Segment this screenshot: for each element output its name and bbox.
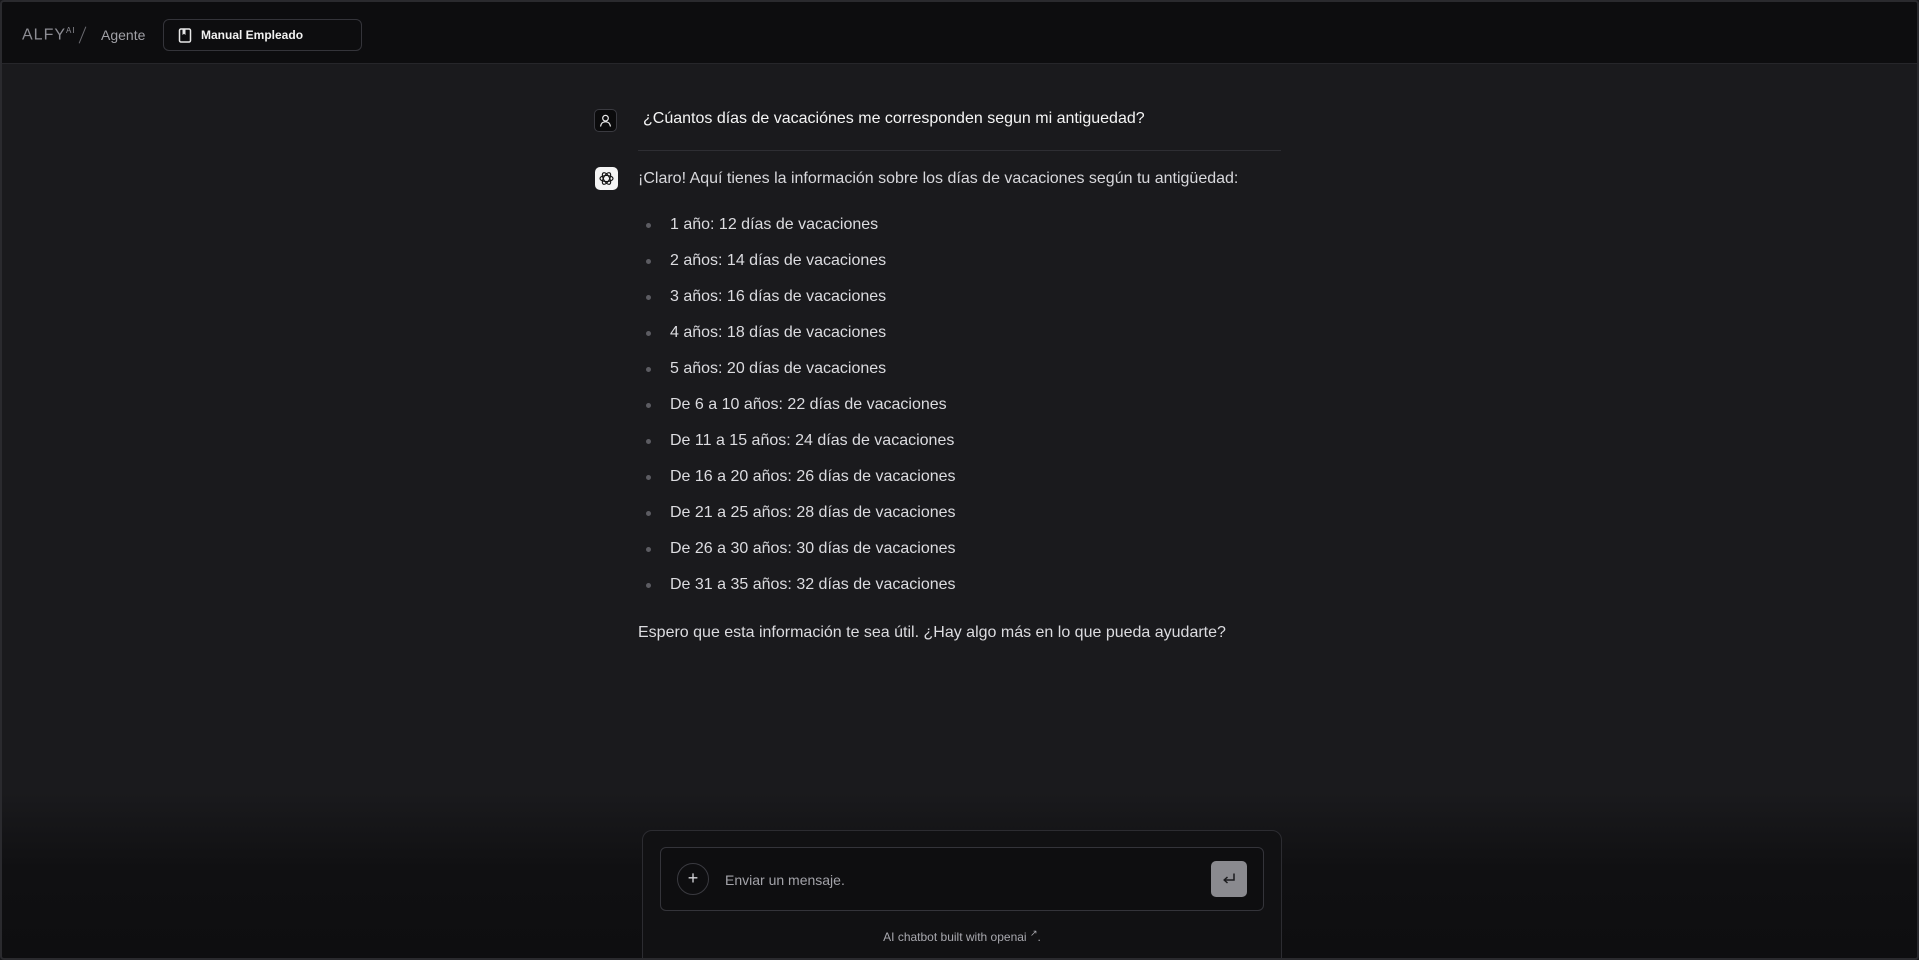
list-item: De 11 a 15 años: 24 días de vacaciones: [642, 428, 956, 464]
list-item-text: 5 años: 20 días de vacaciones: [670, 360, 887, 377]
list-item: 2 años: 14 días de vacaciones: [642, 248, 956, 284]
bullet-icon: [646, 547, 651, 552]
list-item: 1 año: 12 días de vacaciones: [642, 212, 956, 248]
list-item-text: De 11 a 15 años: 24 días de vacaciones: [670, 432, 955, 449]
openai-icon: [599, 172, 614, 185]
enter-arrow-icon: [1223, 873, 1235, 884]
list-item: De 31 a 35 años: 32 días de vacaciones: [642, 572, 956, 608]
bullet-icon: [646, 475, 651, 480]
user-message: ¿Cúantos días de vacaciónes me correspon…: [643, 110, 1145, 127]
list-item: 4 años: 18 días de vacaciones: [642, 320, 956, 356]
list-item-text: 3 años: 16 días de vacaciones: [670, 288, 887, 305]
logo-text: ALFY: [22, 26, 67, 44]
list-item-text: 4 años: 18 días de vacaciones: [670, 324, 887, 341]
top-bar: ALFYAI Agente Manual Empleado: [2, 2, 1917, 64]
list-item: 5 años: 20 días de vacaciones: [642, 356, 956, 392]
list-item-text: 1 año: 12 días de vacaciones: [670, 216, 879, 233]
list-item-text: De 26 a 30 años: 30 días de vacaciones: [670, 540, 956, 557]
bullet-icon: [646, 259, 651, 264]
list-item: 3 años: 16 días de vacaciones: [642, 284, 956, 320]
app-window: ALFYAI Agente Manual Empleado ¿Cúantos d…: [0, 0, 1919, 960]
bullet-icon: [646, 439, 651, 444]
list-item: De 16 a 20 años: 26 días de vacaciones: [642, 464, 956, 500]
bullet-icon: [646, 511, 651, 516]
breadcrumb-separator: [78, 26, 87, 44]
list-item-text: 2 años: 14 días de vacaciones: [670, 252, 887, 269]
bullet-icon: [646, 583, 651, 588]
bot-message-intro: ¡Claro! Aquí tienes la información sobre…: [638, 170, 1239, 187]
bot-message-list: 1 año: 12 días de vacaciones 2 años: 14 …: [642, 212, 956, 608]
bullet-icon: [646, 223, 651, 228]
document-label: Manual Empleado: [201, 28, 304, 42]
message-input[interactable]: [723, 867, 1187, 893]
footer-note: AI chatbot built with openai ↗.: [643, 928, 1281, 944]
breadcrumb-agent[interactable]: Agente: [101, 27, 145, 43]
attach-button[interactable]: +: [677, 863, 709, 895]
footer-text: AI chatbot built with openai: [883, 930, 1027, 944]
list-item-text: De 6 a 10 años: 22 días de vacaciones: [670, 396, 947, 413]
user-icon: [599, 114, 612, 127]
bullet-icon: [646, 331, 651, 336]
bullet-icon: [646, 367, 651, 372]
list-item-text: De 16 a 20 años: 26 días de vacaciones: [670, 468, 956, 485]
message-divider: [638, 150, 1281, 151]
bullet-icon: [646, 295, 651, 300]
footer-suffix: .: [1037, 930, 1041, 944]
bullet-icon: [646, 403, 651, 408]
user-avatar: [594, 109, 617, 132]
notebook-icon: [178, 28, 192, 43]
send-button[interactable]: [1211, 861, 1247, 897]
list-item: De 6 a 10 años: 22 días de vacaciones: [642, 392, 956, 428]
list-item-text: De 31 a 35 años: 32 días de vacaciones: [670, 576, 956, 593]
logo[interactable]: ALFYAI: [22, 26, 76, 44]
composer-box: +: [660, 847, 1264, 911]
list-item: De 26 a 30 años: 30 días de vacaciones: [642, 536, 956, 572]
list-item-text: De 21 a 25 años: 28 días de vacaciones: [670, 504, 956, 521]
bot-message-outro: Espero que esta información te sea útil.…: [638, 624, 1226, 641]
composer-panel: + AI chatbot built with openai ↗.: [642, 830, 1282, 958]
document-selector[interactable]: Manual Empleado: [163, 19, 362, 51]
list-item: De 21 a 25 años: 28 días de vacaciones: [642, 500, 956, 536]
logo-mark: AI: [66, 26, 76, 35]
bot-avatar: [595, 167, 618, 190]
